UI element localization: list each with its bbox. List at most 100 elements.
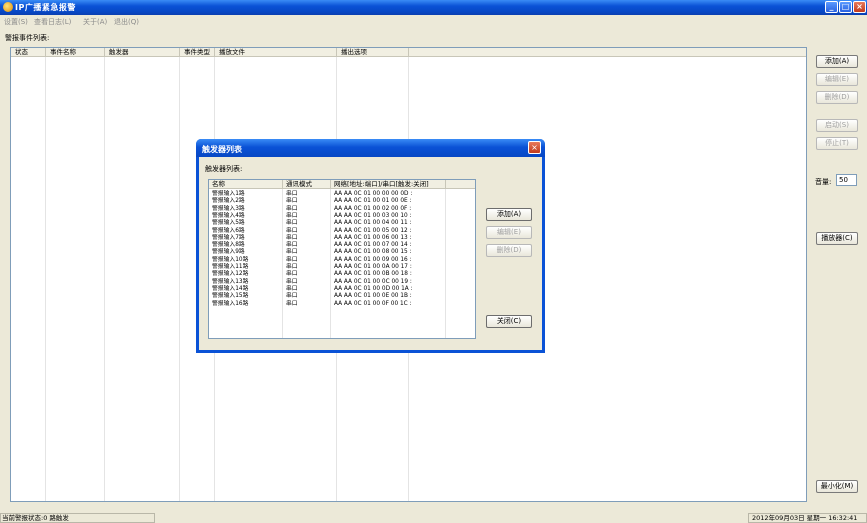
dialog-close-button[interactable]: 关闭(C) [486, 315, 532, 328]
trigger-mode: 串口 [286, 220, 298, 227]
trigger-code: AA AA 0C 01 00 08 00 15 : [334, 249, 412, 256]
column-status[interactable]: 状态 [11, 48, 46, 57]
column-event-name[interactable]: 事件名称 [46, 48, 105, 57]
app-icon [3, 2, 13, 12]
trigger-code: AA AA 0C 01 00 0D 00 1A : [334, 285, 413, 292]
trigger-mode: 串口 [286, 227, 298, 234]
trigger-row[interactable]: 警报输入13路 串口 AA AA 0C 01 00 0C 00 19 : [209, 279, 475, 286]
trigger-name: 警报输入7路 [212, 234, 245, 241]
trigger-code: AA AA 0C 01 00 00 00 0D : [334, 191, 413, 197]
trigger-row[interactable]: 警报输入12路 串口 AA AA 0C 01 00 0B 00 18 : [209, 271, 475, 278]
trigger-row[interactable]: 警报输入9路 串口 AA AA 0C 01 00 08 00 15 : [209, 249, 475, 256]
trigger-name: 警报输入16路 [212, 300, 249, 307]
trigger-mode: 串口 [286, 191, 298, 197]
maximize-window-button[interactable]: □ [839, 1, 852, 13]
menu-about[interactable]: 关于(A) [83, 17, 107, 27]
trigger-name: 警报输入13路 [212, 278, 249, 285]
trigger-name: 警报输入3路 [212, 205, 245, 212]
trigger-code: AA AA 0C 01 00 0E 00 1B : [334, 293, 412, 300]
trigger-row[interactable]: 警报输入15路 串口 AA AA 0C 01 00 0E 00 1B : [209, 293, 475, 300]
trigger-name: 警报输入2路 [212, 198, 245, 205]
event-list-header: 状态 事件名称 触发器 事件类型 播放文件 播出选项 [11, 48, 806, 57]
trigger-mode: 串口 [286, 234, 298, 241]
trigger-code: AA AA 0C 01 00 0F 00 1C : [334, 300, 412, 307]
trigger-name: 警报输入12路 [212, 271, 249, 278]
column-event-type[interactable]: 事件类型 [180, 48, 215, 57]
trigger-code: AA AA 0C 01 00 0C 00 19 : [334, 278, 412, 285]
delete-event-button[interactable]: 删除(D) [816, 91, 858, 104]
trigger-row[interactable]: 警报输入11路 串口 AA AA 0C 01 00 0A 00 17 : [209, 264, 475, 271]
minimize-button[interactable]: 最小化(M) [816, 480, 858, 493]
column-address[interactable]: 网络[地址:端口]/串口[触发:关闭] [331, 180, 446, 189]
dialog-add-button[interactable]: 添加(A) [486, 208, 532, 221]
menu-bar: 设置(S) 查看日志(L) 关于(A) 退出(Q) [0, 15, 867, 28]
volume-label: 音量: [815, 178, 832, 186]
minimize-window-button[interactable]: _ [825, 1, 838, 13]
trigger-name: 警报输入11路 [212, 264, 249, 270]
trigger-code: AA AA 0C 01 00 02 00 0F : [334, 205, 412, 212]
trigger-code: AA AA 0C 01 00 04 00 11 : [334, 220, 412, 227]
trigger-row[interactable]: 警报输入8路 串口 AA AA 0C 01 00 07 00 14 : [209, 242, 475, 249]
trigger-name: 警报输入15路 [212, 293, 249, 300]
trigger-name: 警报输入1路 [212, 191, 245, 197]
trigger-mode: 串口 [286, 256, 298, 263]
start-event-button[interactable]: 启动(S) [816, 119, 858, 132]
trigger-code: AA AA 0C 01 00 09 00 16 : [334, 256, 412, 263]
trigger-mode: 串口 [286, 293, 298, 300]
alarm-status: 当前警报状态:0 路触发 [0, 513, 155, 523]
trigger-code: AA AA 0C 01 00 03 00 10 : [334, 212, 412, 219]
trigger-code: AA AA 0C 01 00 0B 00 18 : [334, 271, 412, 278]
datetime-status: 2012年09月03日 星期一 16:32:41 [748, 513, 867, 523]
trigger-row[interactable]: 警报输入1路 串口 AA AA 0C 01 00 00 00 0D : [209, 191, 475, 198]
dialog-close-icon[interactable]: × [528, 141, 541, 154]
column-comm-mode[interactable]: 通讯模式 [283, 180, 331, 189]
menu-exit[interactable]: 退出(Q) [114, 17, 139, 27]
trigger-mode: 串口 [286, 205, 298, 212]
player-button[interactable]: 播放器(C) [816, 232, 858, 245]
title-bar: IP广播紧急报警 _ □ × [0, 0, 867, 15]
trigger-list[interactable]: 名称 通讯模式 网络[地址:端口]/串口[触发:关闭] 警报输入1路 串口 AA A… [208, 179, 476, 339]
column-trigger[interactable]: 触发器 [105, 48, 180, 57]
trigger-name: 警报输入14路 [212, 285, 249, 292]
trigger-name: 警报输入9路 [212, 249, 245, 256]
trigger-row[interactable]: 警报输入5路 串口 AA AA 0C 01 00 04 00 11 : [209, 220, 475, 227]
dialog-edit-button[interactable]: 编辑(E) [486, 226, 532, 239]
status-bar: 当前警报状态:0 路触发 2012年09月03日 星期一 16:32:41 [0, 512, 867, 523]
trigger-name: 警报输入4路 [212, 212, 245, 219]
volume-input[interactable]: 50 [836, 174, 857, 186]
trigger-row[interactable]: 警报输入14路 串口 AA AA 0C 01 00 0D 00 1A : [209, 286, 475, 293]
menu-settings[interactable]: 设置(S) [4, 17, 28, 27]
trigger-code: AA AA 0C 01 00 0A 00 17 : [334, 264, 412, 270]
stop-event-button[interactable]: 停止(T) [816, 137, 858, 150]
column-broadcast-options[interactable]: 播出选项 [337, 48, 409, 57]
dialog-body: 触发器列表: 名称 通讯模式 网络[地址:端口]/串口[触发:关闭] 警报输入1… [199, 157, 542, 350]
trigger-mode: 串口 [286, 198, 298, 205]
trigger-row[interactable]: 警报输入4路 串口 AA AA 0C 01 00 03 00 10 : [209, 213, 475, 220]
trigger-row[interactable]: 警报输入10路 串口 AA AA 0C 01 00 09 00 16 : [209, 257, 475, 264]
trigger-list-label: 触发器列表: [205, 165, 243, 173]
trigger-row[interactable]: 警报输入2路 串口 AA AA 0C 01 00 01 00 0E : [209, 198, 475, 205]
dialog-delete-button[interactable]: 删除(D) [486, 244, 532, 257]
window-title: IP广播紧急报警 [15, 3, 76, 12]
add-event-button[interactable]: 添加(A) [816, 55, 858, 68]
column-play-file[interactable]: 播放文件 [215, 48, 337, 57]
trigger-mode: 串口 [286, 249, 298, 256]
event-list-label: 警报事件列表: [5, 34, 50, 42]
trigger-row[interactable]: 警报输入3路 串口 AA AA 0C 01 00 02 00 0F : [209, 206, 475, 213]
trigger-mode: 串口 [286, 278, 298, 285]
trigger-mode: 串口 [286, 285, 298, 292]
trigger-row[interactable]: 警报输入7路 串口 AA AA 0C 01 00 06 00 13 : [209, 235, 475, 242]
trigger-name: 警报输入10路 [212, 256, 249, 263]
trigger-code: AA AA 0C 01 00 01 00 0E : [334, 198, 412, 205]
close-window-button[interactable]: × [853, 1, 866, 13]
edit-event-button[interactable]: 编辑(E) [816, 73, 858, 86]
trigger-list-dialog: 触发器列表 × 触发器列表: 名称 通讯模式 网络[地址:端口]/串口[触发:关… [196, 139, 545, 353]
trigger-row[interactable]: 警报输入6路 串口 AA AA 0C 01 00 05 00 12 : [209, 228, 475, 235]
trigger-row[interactable]: 警报输入16路 串口 AA AA 0C 01 00 0F 00 1C : [209, 301, 475, 308]
menu-view-log[interactable]: 查看日志(L) [34, 17, 71, 27]
trigger-code: AA AA 0C 01 00 05 00 12 : [334, 227, 412, 234]
trigger-mode: 串口 [286, 264, 298, 270]
trigger-code: AA AA 0C 01 00 06 00 13 : [334, 234, 412, 241]
trigger-name: 警报输入5路 [212, 220, 245, 227]
column-name[interactable]: 名称 [209, 180, 283, 189]
